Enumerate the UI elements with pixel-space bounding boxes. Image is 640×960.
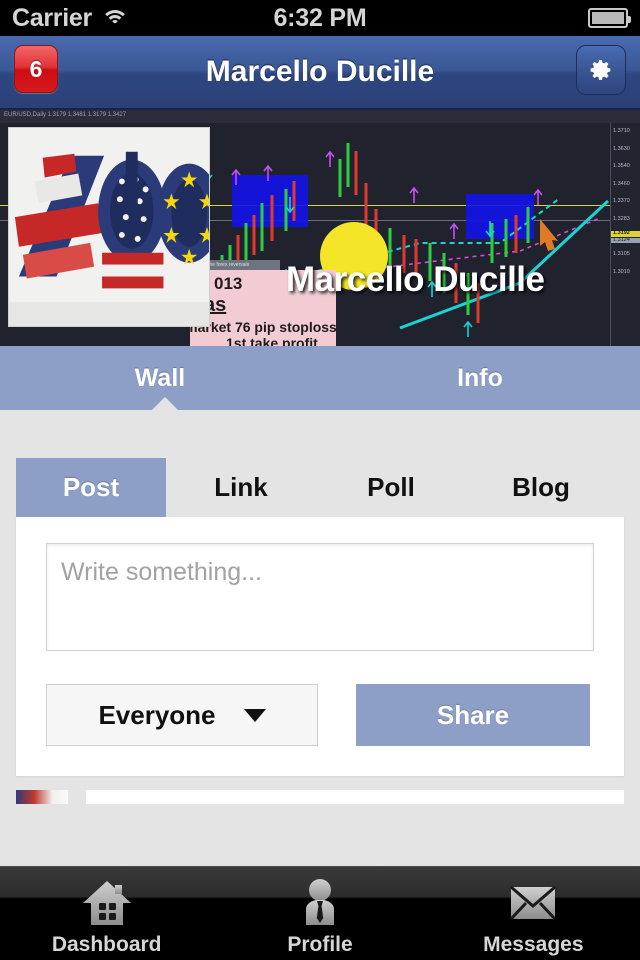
badge-count: 6 xyxy=(29,55,43,82)
currency-flags-photo-icon xyxy=(9,128,209,326)
composer-actions: Everyone Share xyxy=(46,684,594,746)
app-screen: Carrier 6:32 PM 6 Marcello Ducille EUR/U… xyxy=(0,0,640,960)
status-bar: Carrier 6:32 PM xyxy=(0,0,640,36)
tab-post[interactable]: Post xyxy=(16,458,166,517)
chart-price-axis: 1.3710 1.3630 1.3540 1.3460 1.3370 1.328… xyxy=(610,123,640,346)
composer-card: Everyone Share xyxy=(16,517,624,776)
tab-wall[interactable]: Wall xyxy=(0,346,320,410)
tab-dashboard[interactable]: Dashboard xyxy=(0,867,213,960)
chevron-down-icon xyxy=(243,708,266,722)
tab-poll[interactable]: Poll xyxy=(316,458,466,517)
cover-photo[interactable]: EUR/USD,Daily 1.3179 1.3481 1.3179 1.342… xyxy=(0,110,640,346)
chart-ticker-label: EUR/USD,Daily 1.3179 1.3481 1.3179 1.342… xyxy=(4,112,127,118)
privacy-select[interactable]: Everyone xyxy=(46,684,318,746)
tab-messages[interactable]: Messages xyxy=(427,867,640,960)
notifications-badge-button[interactable]: 6 xyxy=(14,45,58,93)
cover-name-overlay: Marcello Ducille xyxy=(286,260,545,299)
home-icon xyxy=(82,881,131,925)
gear-icon xyxy=(590,60,611,80)
person-icon xyxy=(305,879,334,925)
share-button[interactable]: Share xyxy=(356,684,590,746)
page-title: Marcello Ducille xyxy=(205,55,435,88)
tab-link[interactable]: Link xyxy=(166,458,316,517)
profile-tabs: Wall Info xyxy=(0,346,640,410)
settings-button[interactable] xyxy=(576,45,626,95)
chart-legend-chip: the forex reversals xyxy=(205,260,280,270)
nav-bar: 6 Marcello Ducille xyxy=(0,36,640,110)
post-textarea[interactable] xyxy=(46,543,594,651)
tab-info[interactable]: Info xyxy=(320,346,640,410)
post-body-placeholder xyxy=(86,790,624,804)
tab-profile[interactable]: Profile xyxy=(213,867,426,960)
clock-label: 6:32 PM xyxy=(273,3,367,32)
tab-blog[interactable]: Blog xyxy=(466,458,616,517)
wall-content: Post Link Poll Blog Everyone Share xyxy=(0,410,640,884)
composer-type-tabs: Post Link Poll Blog xyxy=(0,458,640,517)
list-item[interactable] xyxy=(16,790,624,804)
tab-messages-label: Messages xyxy=(483,933,584,956)
post-avatar-thumbnail xyxy=(16,790,68,804)
battery-icon xyxy=(588,8,631,28)
tab-profile-label: Profile xyxy=(287,933,353,956)
avatar[interactable] xyxy=(8,127,210,327)
bottom-tab-bar: Dashboard Profile Messages xyxy=(0,866,640,960)
envelope-icon xyxy=(510,885,557,921)
privacy-value: Everyone xyxy=(98,699,216,730)
tab-dashboard-label: Dashboard xyxy=(51,933,162,956)
